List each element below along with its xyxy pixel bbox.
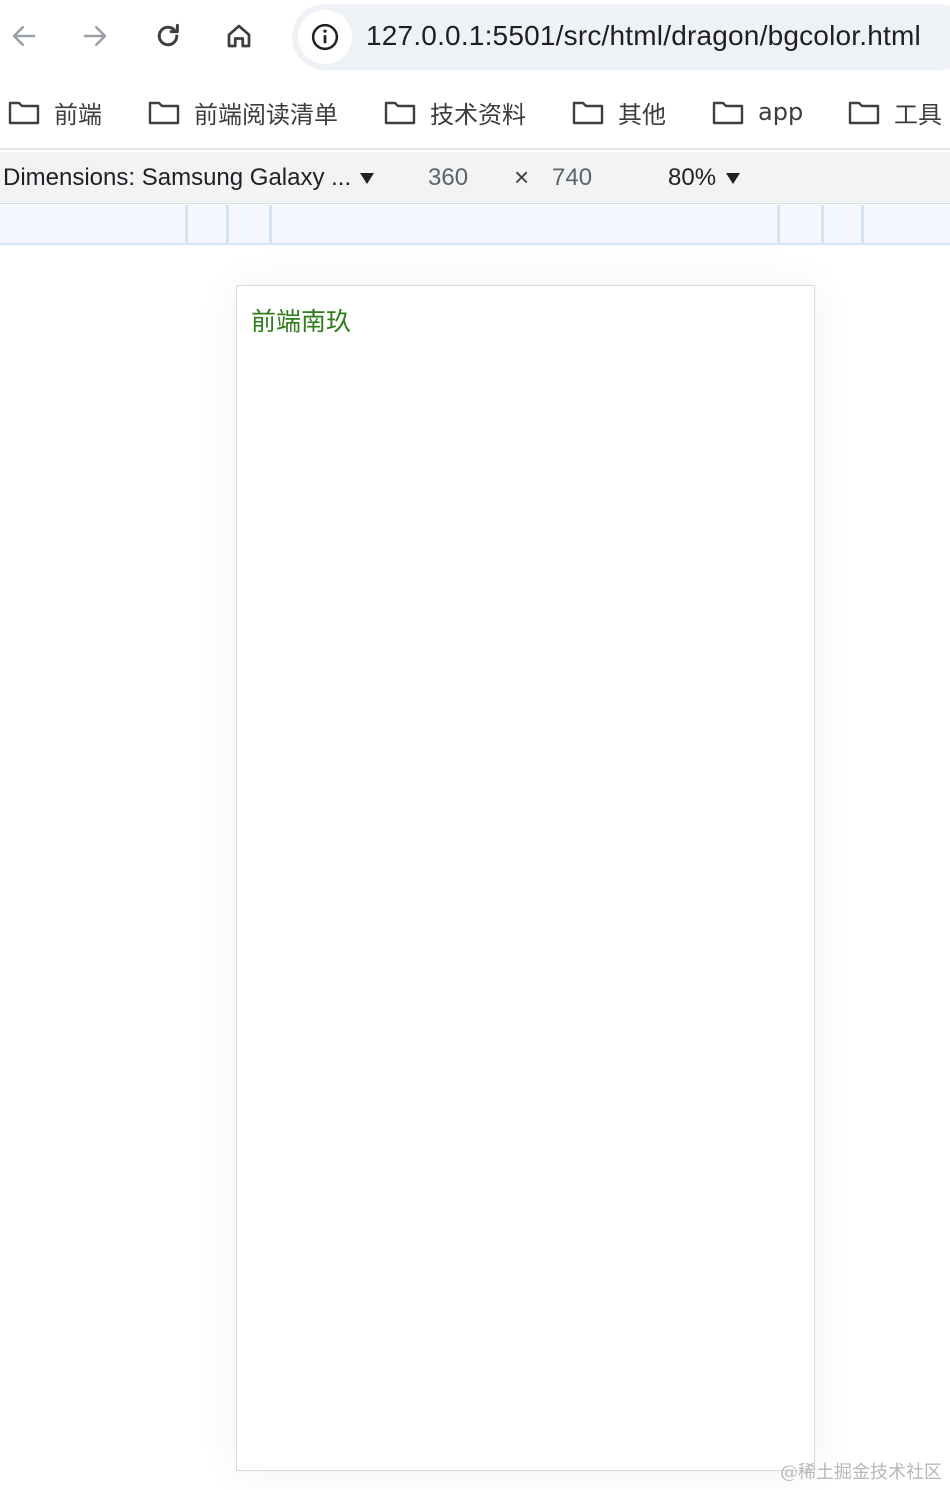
bookmark-folder-tools[interactable]: 工具 [848,92,942,132]
bookmark-folder-reading-list[interactable]: 前端阅读清单 [148,92,338,132]
times-icon: × [514,162,530,192]
home-button[interactable] [217,14,261,58]
site-info-button[interactable] [298,10,352,64]
media-query-marker[interactable] [185,205,188,243]
arrow-right-icon [83,26,107,46]
watermark: @稀土掘金技术社区 [780,1462,942,1483]
info-icon [311,23,339,51]
bookmark-label: 其他 [618,100,666,129]
emulation-canvas: 前端南玖 @稀土掘金技术社区 [0,247,950,1490]
home-icon [227,24,251,48]
width-input[interactable]: 360 [428,164,468,192]
media-query-marker[interactable] [269,205,272,243]
height-input[interactable]: 740 [552,164,592,192]
bookmark-label: 前端阅读清单 [194,100,338,129]
media-query-marker[interactable] [821,205,824,243]
bookmark-label: 前端 [54,100,102,129]
folder-icon [572,101,604,125]
folder-icon [712,101,744,125]
back-button[interactable] [2,14,46,58]
folder-icon [148,101,180,125]
media-query-marker[interactable] [226,205,229,243]
media-query-bar [0,205,950,245]
bookmark-label: app [758,98,804,126]
dimensions-dropdown-icon[interactable] [360,173,374,184]
folder-icon [848,101,880,125]
reload-button[interactable] [146,14,190,58]
media-query-marker[interactable] [861,205,864,243]
page-heading-text: 前端南玖 [251,307,352,336]
bookmark-folder-tech-docs[interactable]: 技术资料 [384,92,526,132]
device-toolbar: Dimensions: Samsung Galaxy ... 360 × 740… [0,152,950,204]
device-viewport[interactable]: 前端南玖 [236,285,815,1471]
bookmark-folder-frontend[interactable]: 前端 [8,92,102,132]
bookmark-label: 工具 [894,100,942,129]
forward-button[interactable] [73,14,117,58]
reload-icon [157,23,179,47]
bookmark-folder-app[interactable]: app [712,92,803,132]
folder-icon [8,101,40,125]
bookmark-folder-other[interactable]: 其他 [572,92,666,132]
browser-toolbar: 127.0.0.1:5501/src/html/dragon/bgcolor.h… [0,0,950,74]
url-text[interactable]: 127.0.0.1:5501/src/html/dragon/bgcolor.h… [366,20,921,52]
dimensions-select[interactable]: Dimensions: Samsung Galaxy ... [3,164,351,192]
bookmark-label: 技术资料 [430,100,526,129]
folder-icon [384,101,416,125]
zoom-select[interactable]: 80% [668,164,716,192]
bookmarks-bar: 前端 前端阅读清单 技术资料 其他 app 工具 [0,74,950,150]
media-query-marker[interactable] [777,205,780,243]
arrow-left-icon [12,26,36,46]
zoom-dropdown-icon[interactable] [726,173,740,184]
address-bar[interactable]: 127.0.0.1:5501/src/html/dragon/bgcolor.h… [292,4,950,70]
